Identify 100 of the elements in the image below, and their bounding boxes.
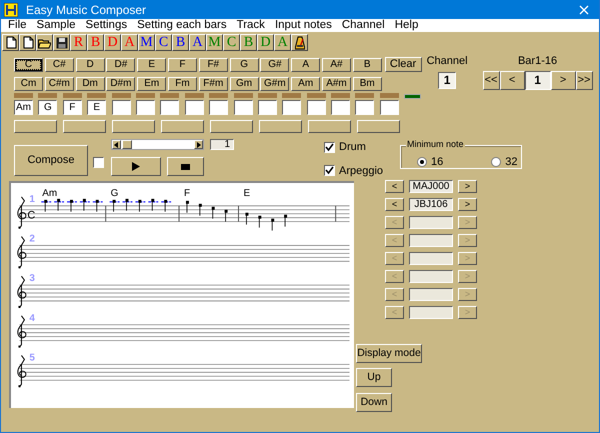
slot-bar bbox=[380, 93, 399, 98]
chord-label: G bbox=[110, 188, 118, 199]
chord-field[interactable] bbox=[306, 100, 326, 115]
menu-item[interactable]: File bbox=[3, 19, 32, 32]
chord-field[interactable] bbox=[282, 100, 302, 115]
slider-thumb[interactable] bbox=[122, 140, 132, 149]
play-button[interactable] bbox=[111, 157, 161, 176]
time-signature: C bbox=[27, 210, 36, 222]
key-button[interactable]: Bm bbox=[352, 77, 382, 91]
chord-field[interactable] bbox=[160, 100, 180, 115]
key-button[interactable]: A#m bbox=[322, 77, 351, 91]
chord-field[interactable] bbox=[184, 100, 204, 115]
side-button[interactable]: Up bbox=[356, 368, 392, 387]
right-arrow-icon bbox=[196, 142, 201, 148]
key-button[interactable]: C#m bbox=[44, 77, 74, 91]
next-button[interactable]: > bbox=[550, 70, 576, 90]
chord-field[interactable] bbox=[209, 100, 228, 115]
compose-button[interactable]: Compose bbox=[14, 145, 88, 176]
staff-number: 4 bbox=[29, 312, 35, 324]
key-button[interactable]: D bbox=[76, 58, 105, 72]
radio-button[interactable] bbox=[491, 157, 502, 168]
scroll-right-button[interactable] bbox=[194, 140, 203, 149]
radio-button[interactable] bbox=[417, 157, 428, 168]
side-button[interactable]: Down bbox=[356, 393, 392, 412]
key-button[interactable]: F# bbox=[198, 58, 228, 72]
open-button[interactable] bbox=[36, 34, 53, 51]
chord-field[interactable] bbox=[234, 100, 253, 115]
position-slider[interactable] bbox=[111, 139, 204, 150]
blank-button[interactable] bbox=[357, 120, 400, 133]
chord-field[interactable] bbox=[355, 100, 374, 115]
previous-button[interactable]: < bbox=[500, 70, 525, 90]
key-button[interactable]: D#m bbox=[106, 77, 136, 91]
clear-button[interactable]: Clear bbox=[384, 57, 422, 72]
slot-bar bbox=[209, 93, 228, 98]
key-button[interactable]: D# bbox=[106, 58, 136, 72]
close-icon[interactable] bbox=[579, 4, 589, 14]
key-button[interactable]: G#m bbox=[260, 77, 290, 91]
toolbar-letter-button[interactable]: C bbox=[155, 34, 172, 51]
stop-button[interactable] bbox=[167, 157, 204, 176]
bar-number-field[interactable]: 1 bbox=[524, 70, 551, 90]
save-button[interactable] bbox=[53, 34, 70, 51]
menu-item[interactable]: Settings bbox=[80, 19, 132, 32]
blank-button[interactable] bbox=[308, 120, 351, 133]
key-button[interactable]: G# bbox=[260, 58, 290, 72]
position-field[interactable]: 1 bbox=[210, 139, 234, 150]
channel-field[interactable]: 1 bbox=[438, 72, 456, 88]
blank-button[interactable] bbox=[14, 120, 57, 133]
next-pattern-button[interactable]: > bbox=[458, 180, 477, 193]
metronome-button[interactable] bbox=[291, 34, 308, 51]
chord-field[interactable]: E bbox=[87, 100, 106, 115]
last-button[interactable]: >> bbox=[576, 70, 593, 90]
blank-button[interactable] bbox=[112, 120, 155, 133]
key-button[interactable]: F bbox=[168, 58, 197, 72]
scroll-left-button[interactable] bbox=[112, 140, 121, 149]
pattern-field[interactable]: JBJ106 bbox=[409, 198, 453, 211]
toolbar-letter-button[interactable]: M bbox=[138, 34, 155, 51]
key-button[interactable]: Fm bbox=[168, 77, 197, 91]
chord-field[interactable]: F bbox=[62, 100, 82, 115]
new-file-button[interactable] bbox=[19, 34, 36, 51]
chord-field[interactable] bbox=[258, 100, 277, 115]
menu-item[interactable]: Input notes bbox=[270, 19, 337, 32]
key-button[interactable]: F#m bbox=[198, 77, 228, 91]
side-button[interactable]: Display mode bbox=[356, 344, 422, 363]
previous-pattern-button[interactable]: < bbox=[385, 180, 404, 193]
key-button[interactable]: G bbox=[230, 58, 259, 72]
toolbar-letter-button[interactable]: A bbox=[189, 34, 206, 51]
menu-item[interactable]: Channel bbox=[336, 19, 390, 32]
chord-field[interactable] bbox=[112, 100, 131, 115]
key-button[interactable]: Cm bbox=[14, 77, 43, 91]
next-pattern-button[interactable]: > bbox=[458, 198, 477, 211]
key-button[interactable]: E bbox=[137, 58, 166, 72]
key-button[interactable]: Em bbox=[137, 77, 166, 91]
option-checkbox[interactable] bbox=[324, 142, 335, 153]
menu-item[interactable]: Track bbox=[232, 19, 270, 32]
loop-checkbox[interactable] bbox=[93, 157, 104, 168]
key-button[interactable]: Gm bbox=[230, 77, 259, 91]
chord-field[interactable] bbox=[331, 100, 350, 115]
toolbar-letter-button[interactable]: B bbox=[172, 34, 189, 51]
menu-item[interactable]: Sample bbox=[32, 19, 81, 32]
key-button[interactable]: A# bbox=[322, 58, 351, 72]
blank-button[interactable] bbox=[259, 120, 302, 133]
previous-pattern-button[interactable]: < bbox=[385, 198, 404, 211]
option-checkbox[interactable] bbox=[324, 165, 335, 176]
blank-button[interactable] bbox=[63, 120, 106, 133]
pattern-field[interactable]: MAJ000 bbox=[409, 180, 453, 193]
menu-item[interactable]: Setting each bars bbox=[132, 19, 232, 32]
key-button[interactable]: A bbox=[291, 58, 320, 72]
key-button[interactable]: B bbox=[352, 58, 382, 72]
blank-button[interactable] bbox=[210, 120, 253, 133]
chord-field[interactable] bbox=[380, 100, 399, 115]
chord-field[interactable]: G bbox=[38, 100, 58, 115]
key-button[interactable]: Am bbox=[291, 77, 320, 91]
chord-field[interactable] bbox=[136, 100, 155, 115]
blank-button[interactable] bbox=[161, 120, 204, 133]
new-file-button[interactable] bbox=[2, 34, 19, 51]
key-button[interactable]: C# bbox=[44, 58, 74, 72]
chord-field[interactable]: Am bbox=[14, 100, 33, 115]
menu-item[interactable]: Help bbox=[390, 19, 424, 32]
key-button[interactable]: Dm bbox=[76, 77, 105, 91]
first-button[interactable]: << bbox=[482, 70, 500, 90]
